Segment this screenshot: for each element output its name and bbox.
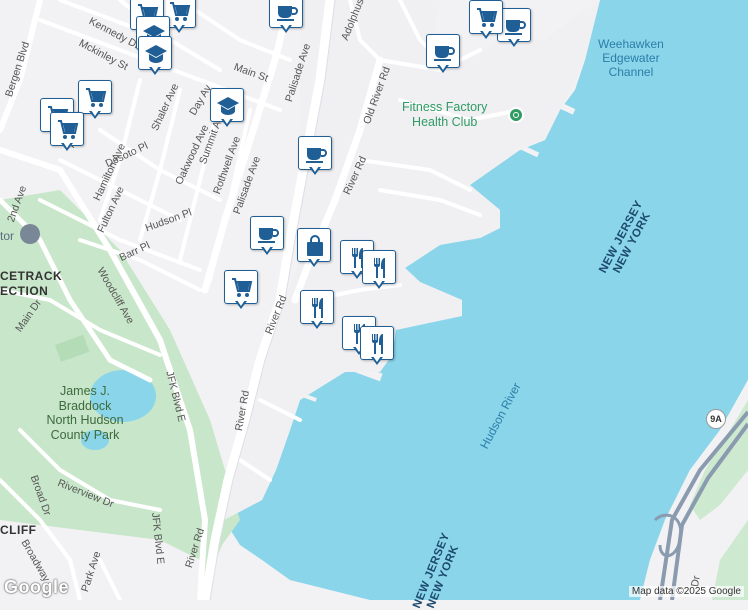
map-marker[interactable] <box>297 228 331 270</box>
map-marker[interactable] <box>138 36 172 78</box>
map-marker[interactable] <box>250 216 284 258</box>
map-marker-pointer <box>309 166 321 175</box>
map-marker-box[interactable] <box>50 112 84 146</box>
map-marker-pointer <box>149 66 161 75</box>
neighborhood-label-line1: CETRACK <box>0 269 63 283</box>
map-marker-box[interactable] <box>360 326 394 360</box>
fitness-poi-pin-icon[interactable] <box>508 107 524 123</box>
fitness-poi-label-line2: Health Club <box>412 114 478 129</box>
map-marker-pointer <box>173 24 185 33</box>
map-marker-box[interactable] <box>78 80 112 114</box>
map-marker-pointer <box>371 356 383 365</box>
map-marker-box[interactable] <box>469 0 503 34</box>
map-marker-box[interactable] <box>138 36 172 70</box>
park-label-line1: James J. <box>59 384 110 398</box>
map-marker[interactable] <box>298 136 332 178</box>
map-marker-box[interactable] <box>210 88 244 122</box>
highway-shield-9a: 9A <box>706 409 726 429</box>
map-marker-pointer <box>280 24 292 33</box>
map-marker[interactable] <box>469 0 503 42</box>
map-canvas[interactable]: Weehawken Edgewater Channel Hudson River… <box>0 0 748 610</box>
map-marker[interactable] <box>360 326 394 368</box>
map-marker[interactable] <box>50 112 84 154</box>
park-label-line2: Braddock <box>58 398 112 413</box>
map-marker-box[interactable] <box>300 290 334 324</box>
channel-label: Weehawken Edgewater Channel <box>598 38 664 78</box>
fitness-poi-label[interactable]: Fitness Factory Health Club <box>402 101 487 128</box>
map-marker-pointer <box>311 320 323 329</box>
map-marker[interactable] <box>210 88 244 130</box>
map-marker-pointer <box>221 118 233 127</box>
map-marker-pointer <box>89 110 101 119</box>
map-marker-box[interactable] <box>426 34 460 68</box>
park-label: James J. Braddock North Hudson County Pa… <box>30 385 140 441</box>
landmark-icon <box>20 224 40 244</box>
map-marker-pointer <box>480 30 492 39</box>
park-label-line3: North Hudson <box>46 413 124 427</box>
map-marker[interactable] <box>426 34 460 76</box>
map-marker-pointer <box>373 280 385 289</box>
channel-label-line1: Weehawken <box>598 37 664 51</box>
map-marker-box[interactable] <box>250 216 284 250</box>
map-marker-pointer <box>308 258 320 267</box>
cut-label-tor: tor <box>0 229 15 243</box>
channel-label-line3: Channel <box>608 65 654 79</box>
channel-label-line2: Edgewater <box>602 51 660 65</box>
map-marker[interactable] <box>224 270 258 312</box>
map-marker-box[interactable] <box>362 250 396 284</box>
map-marker[interactable] <box>300 290 334 332</box>
map-marker[interactable] <box>269 0 303 36</box>
cut-label-cliff: CLIFF <box>0 523 37 537</box>
map-marker-box[interactable] <box>224 270 258 304</box>
map-marker-pointer <box>437 64 449 73</box>
map-marker[interactable] <box>362 250 396 292</box>
map-attribution[interactable]: Map data ©2025 Google <box>628 586 744 597</box>
map-marker-pointer <box>261 246 273 255</box>
map-marker-box[interactable] <box>298 136 332 170</box>
map-marker-pointer <box>235 300 247 309</box>
fitness-poi-label-line1: Fitness Factory <box>402 100 488 114</box>
google-logo[interactable]: Google <box>4 577 69 598</box>
park-label-line4: County Park <box>50 427 120 442</box>
map-marker-pointer <box>61 142 73 151</box>
map-marker-pointer <box>508 38 520 47</box>
neighborhood-label-line2: ECTION <box>0 284 49 298</box>
neighborhood-label: CETRACK ECTION <box>0 270 62 297</box>
map-marker-box[interactable] <box>297 228 331 262</box>
